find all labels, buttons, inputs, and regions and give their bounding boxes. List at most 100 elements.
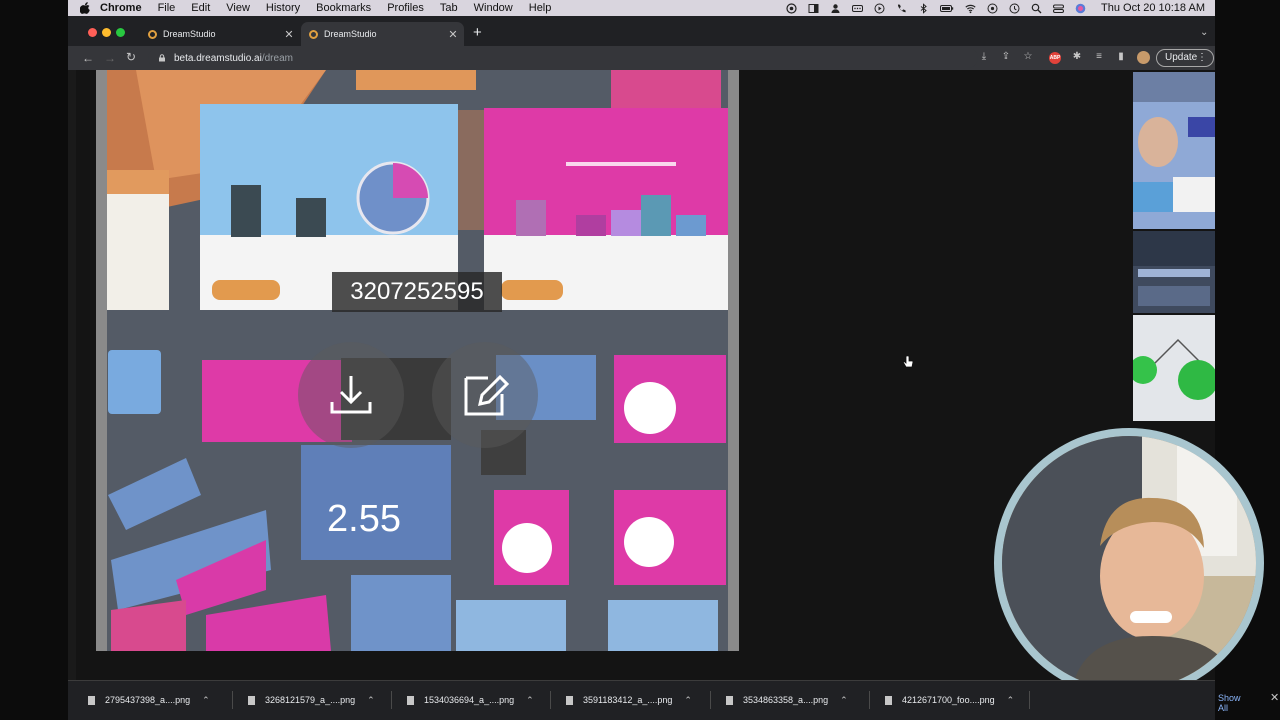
downloads-bar: 2795437398_a....png ⌃ 3268121579_a_....pn… [68, 680, 1279, 720]
apple-icon[interactable] [78, 1, 92, 15]
battery-icon[interactable] [940, 3, 954, 14]
menu-edit[interactable]: Edit [191, 0, 210, 16]
download-item[interactable]: 2795437398_a....png ⌃ [88, 689, 210, 711]
file-icon [407, 695, 414, 705]
menu-clock[interactable]: Thu Oct 20 10:18 AM [1101, 2, 1205, 14]
menu-profiles[interactable]: Profiles [387, 0, 424, 16]
page-left-edge [68, 70, 76, 680]
download-icon[interactable]: ⤓ [978, 51, 990, 63]
tab-close-icon[interactable]: ✕ [446, 28, 460, 41]
reading-list-icon[interactable]: ≡ [1093, 51, 1105, 63]
image-artwork [96, 70, 739, 651]
download-filename: 1534036694_a_....png [424, 695, 515, 705]
tab-dreamstudio-1[interactable]: DreamStudio ✕ [140, 22, 300, 46]
address-bar[interactable]: beta.dreamstudio.ai/dream [148, 48, 978, 68]
chevron-up-icon[interactable]: ⌃ [367, 695, 375, 706]
url-host: beta.dreamstudio.ai [174, 52, 262, 64]
show-all-downloads-link[interactable]: Show All [1218, 693, 1241, 713]
user-icon[interactable] [830, 3, 841, 14]
back-arrow-icon[interactable]: ← [82, 51, 94, 65]
sidebar-icon[interactable] [808, 3, 819, 14]
download-filename: 3268121579_a_....png [265, 695, 356, 705]
lock-icon [159, 54, 165, 62]
window-close-button[interactable] [88, 28, 97, 37]
tab-title: DreamStudio [324, 29, 377, 39]
tab-close-icon[interactable]: ✕ [282, 28, 296, 41]
more-menu-icon: ⋮ [1197, 52, 1207, 63]
menu-view[interactable]: View [226, 0, 250, 16]
update-button[interactable]: Update ⋮ [1156, 49, 1214, 67]
reload-icon[interactable]: ↻ [126, 50, 136, 64]
phone-icon[interactable] [896, 3, 907, 14]
download-image-button[interactable] [298, 342, 404, 448]
hand-cursor-icon [903, 355, 914, 368]
edit-image-button[interactable] [432, 342, 538, 448]
file-icon [88, 695, 95, 705]
file-icon [726, 695, 733, 705]
control-center-icon[interactable] [1053, 3, 1065, 14]
history-thumbnail-1[interactable] [1133, 72, 1215, 229]
screen-record-icon[interactable] [786, 2, 797, 14]
download-item[interactable]: 3591183412_a_....png ⌃ [566, 689, 692, 711]
window-minimize-button[interactable] [102, 28, 111, 37]
bluetooth-icon[interactable] [918, 2, 929, 14]
menu-tab[interactable]: Tab [440, 0, 458, 16]
download-filename: 2795437398_a....png [105, 695, 191, 705]
screen-left-margin [0, 0, 68, 720]
download-item[interactable]: 4212671700_foo....png ⌃ [885, 689, 1014, 711]
dots-icon[interactable] [852, 3, 864, 14]
generated-image[interactable] [96, 70, 739, 651]
chevron-up-icon[interactable]: ⌃ [526, 695, 534, 706]
history-thumbnail-3[interactable] [1133, 315, 1215, 421]
search-icon[interactable] [1031, 3, 1042, 14]
window-zoom-button[interactable] [116, 28, 125, 37]
download-item[interactable]: 3268121579_a_....png ⌃ [248, 689, 375, 711]
file-icon [885, 695, 892, 705]
download-icon [330, 376, 372, 414]
menu-history[interactable]: History [266, 0, 300, 16]
extensions-puzzle-icon[interactable]: ✱ [1071, 51, 1083, 63]
forward-arrow-icon[interactable]: → [104, 51, 116, 65]
new-tab-icon[interactable]: + [473, 25, 482, 41]
chevron-up-icon[interactable]: ⌃ [1007, 695, 1015, 706]
download-item[interactable]: 1534036694_a_....png ⌃ [407, 689, 534, 711]
vpn-icon[interactable] [987, 3, 998, 14]
menu-file[interactable]: File [158, 0, 176, 16]
chevron-up-icon[interactable]: ⌃ [684, 695, 692, 706]
url-path: /dream [261, 52, 293, 64]
history-thumbnail-2[interactable] [1133, 231, 1215, 313]
seed-label[interactable]: 3207252595 [332, 272, 502, 312]
chevron-up-icon[interactable]: ⌃ [840, 695, 848, 706]
menu-bookmarks[interactable]: Bookmarks [316, 0, 371, 16]
tab-search-chevron-icon[interactable]: ⌄ [1200, 27, 1208, 38]
time-machine-icon[interactable] [1009, 3, 1020, 14]
macos-menu-bar: Chrome File Edit View History Bookmarks … [68, 0, 1215, 16]
side-panel-icon[interactable]: ▮ [1115, 51, 1127, 63]
download-item[interactable]: 3534863358_a....png ⌃ [726, 689, 848, 711]
update-label: Update [1165, 52, 1198, 63]
bookmark-star-icon[interactable]: ☆ [1022, 51, 1034, 63]
profile-avatar[interactable] [1137, 51, 1150, 64]
share-icon[interactable]: ⇪ [1000, 51, 1012, 63]
download-filename: 3591183412_a_....png [583, 695, 673, 705]
menu-help[interactable]: Help [529, 0, 552, 16]
thumbnail-artwork [1133, 72, 1215, 229]
tab-dreamstudio-2[interactable]: DreamStudio ✕ [301, 22, 464, 46]
presenter-video [1002, 436, 1256, 690]
chevron-up-icon[interactable]: ⌃ [202, 695, 210, 706]
wifi-icon[interactable] [965, 3, 976, 14]
download-filename: 3534863358_a....png [743, 695, 829, 705]
file-icon [248, 695, 255, 705]
adblock-plus-icon[interactable]: ABP [1049, 52, 1061, 64]
webcam-overlay [994, 428, 1264, 698]
image-frame-left [96, 70, 107, 651]
siri-icon[interactable] [1075, 3, 1086, 14]
close-downloads-bar-icon[interactable]: ✕ [1270, 691, 1279, 704]
tab-title: DreamStudio [163, 29, 216, 39]
file-icon [566, 695, 573, 705]
thumbnail-artwork [1133, 315, 1215, 421]
image-frame-right [728, 70, 739, 651]
menu-window[interactable]: Window [474, 0, 513, 16]
play-icon[interactable] [874, 3, 885, 14]
menu-app-name[interactable]: Chrome [100, 0, 142, 16]
